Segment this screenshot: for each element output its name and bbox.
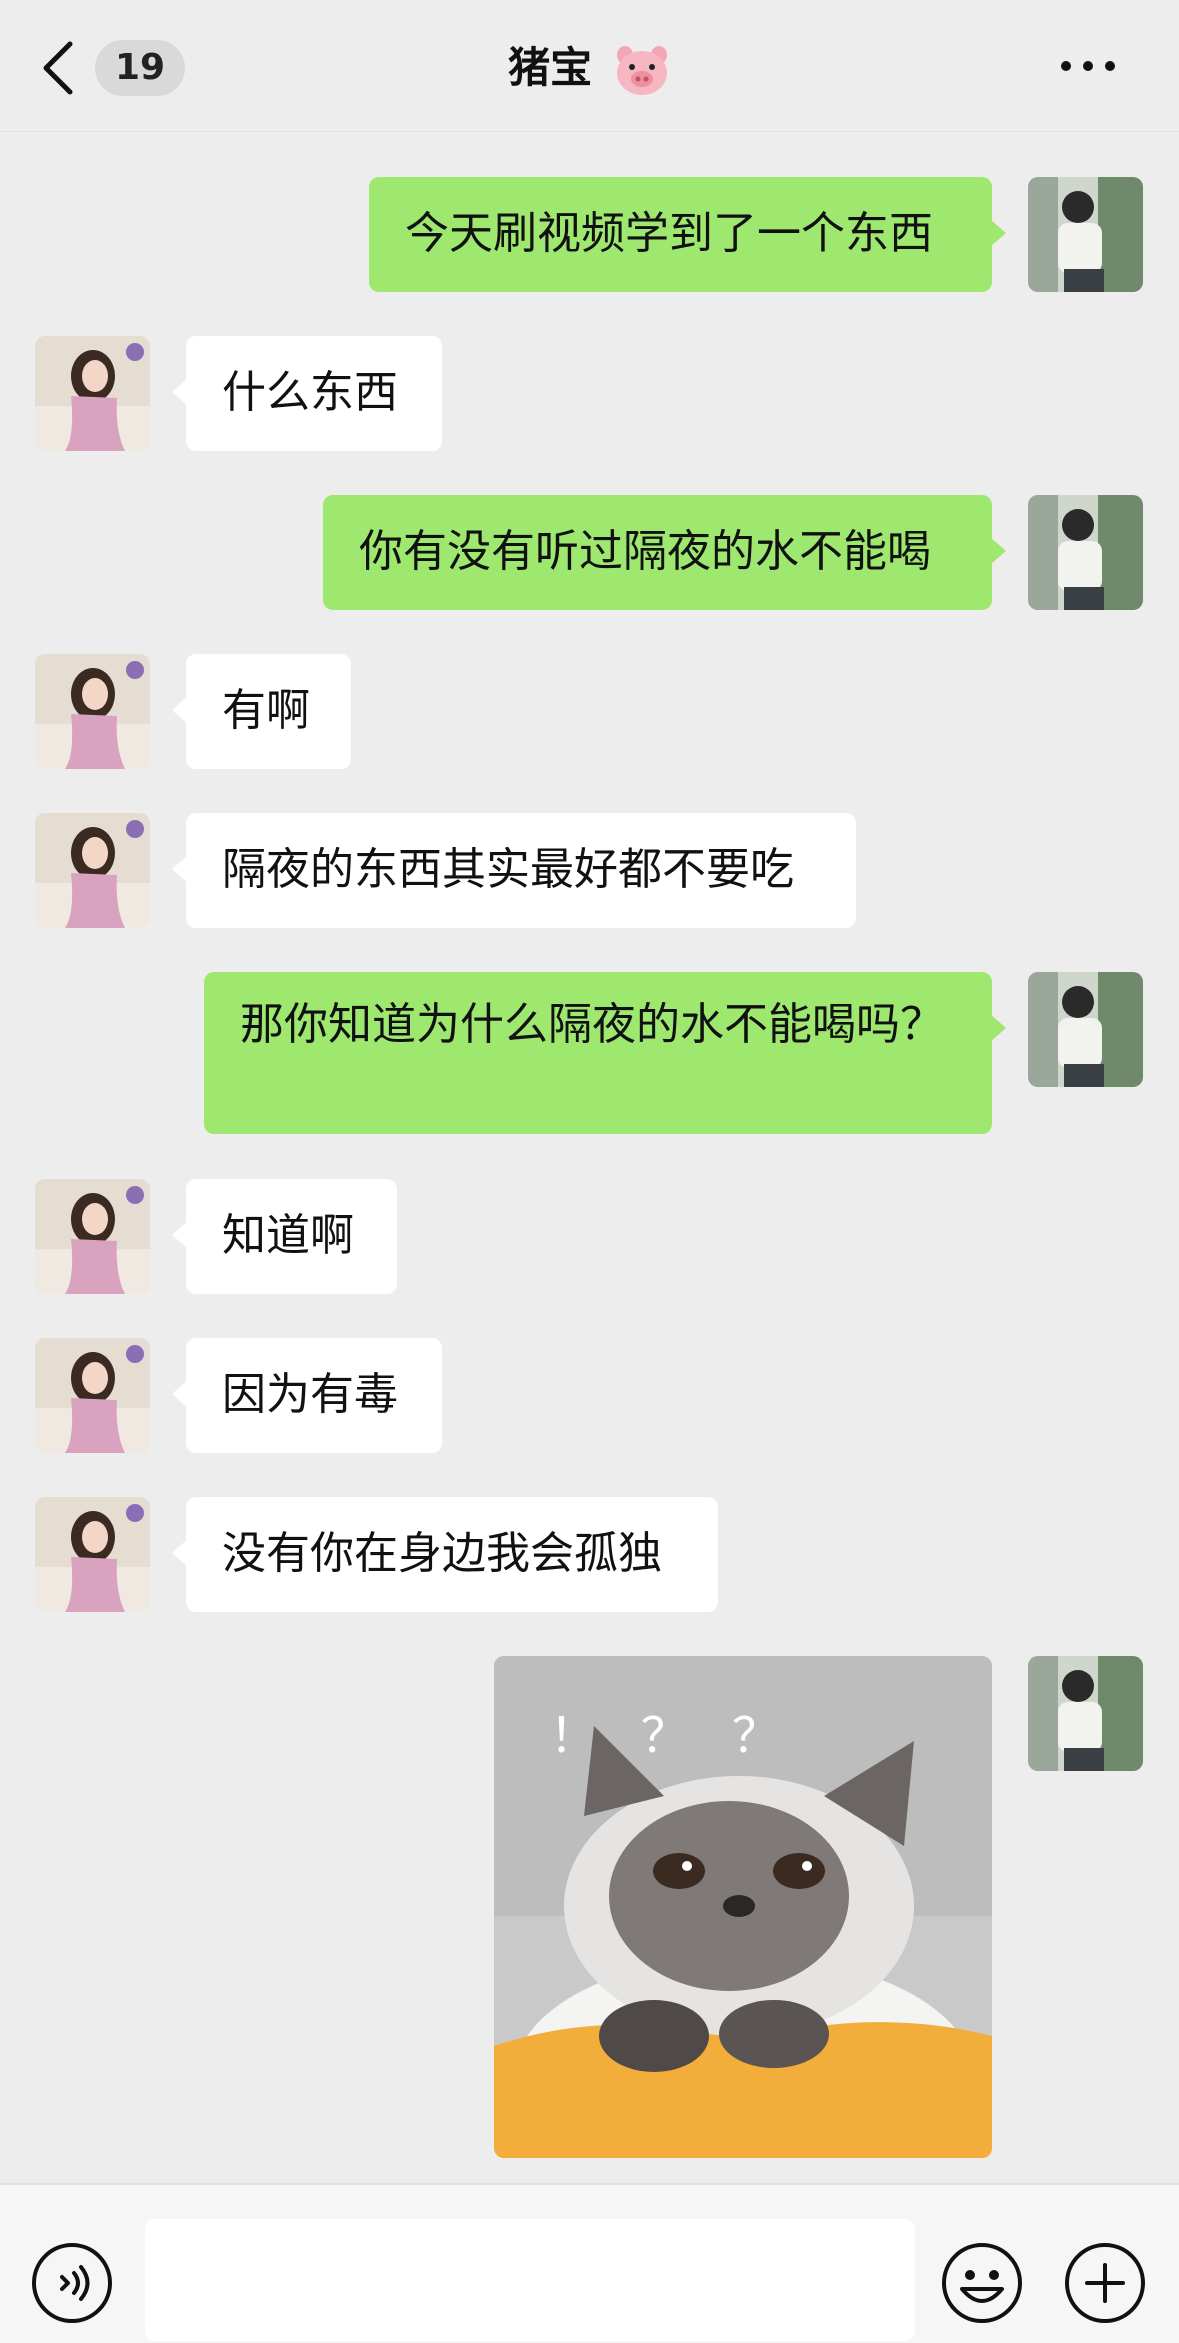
avatar-self[interactable] bbox=[1028, 972, 1143, 1087]
message-input[interactable] bbox=[145, 2219, 915, 2341]
input-bar bbox=[0, 2183, 1179, 2343]
message-bubble-outgoing[interactable]: 那你知道为什么隔夜的水不能喝吗？ bbox=[204, 972, 1006, 1134]
chat-title: 猪宝 bbox=[0, 38, 1179, 98]
message-text: 什么东西 bbox=[222, 367, 398, 418]
message-text: 隔夜的东西其实最好都不要吃 bbox=[222, 844, 794, 895]
message-text: 没有你在身边我会孤独 bbox=[222, 1528, 662, 1579]
avatar-self[interactable] bbox=[1028, 177, 1143, 292]
message-text: 今天刷视频学到了一个东西 bbox=[405, 208, 933, 259]
message-text: 知道啊 bbox=[222, 1210, 354, 1261]
avatar-contact[interactable] bbox=[35, 654, 150, 769]
voice-icon[interactable] bbox=[30, 2241, 114, 2325]
message-text: 有啊 bbox=[222, 685, 310, 736]
avatar-contact[interactable] bbox=[35, 1338, 150, 1453]
message-bubble-incoming[interactable]: 知道啊 bbox=[172, 1179, 397, 1294]
avatar-self[interactable] bbox=[1028, 1656, 1143, 1771]
message-bubble-outgoing[interactable]: 今天刷视频学到了一个东西 bbox=[369, 177, 1006, 292]
message-bubble-incoming[interactable]: 有啊 bbox=[172, 654, 351, 769]
emoji-icon[interactable] bbox=[940, 2241, 1024, 2325]
message-bubble-incoming[interactable]: 没有你在身边我会孤独 bbox=[172, 1497, 718, 1612]
avatar-contact[interactable] bbox=[35, 1179, 150, 1294]
plus-icon[interactable] bbox=[1063, 2241, 1147, 2325]
message-bubble-outgoing[interactable]: 你有没有听过隔夜的水不能喝 bbox=[323, 495, 1006, 610]
message-bubble-incoming[interactable]: 隔夜的东西其实最好都不要吃 bbox=[172, 813, 856, 928]
avatar-self[interactable] bbox=[1028, 495, 1143, 610]
message-text: 你有没有听过隔夜的水不能喝 bbox=[359, 526, 931, 577]
confused-cat-sticker[interactable]: ！ ？ ？ bbox=[494, 1656, 992, 2158]
contact-name: 猪宝 bbox=[508, 43, 593, 92]
avatar-contact[interactable] bbox=[35, 813, 150, 928]
avatar-contact[interactable] bbox=[35, 336, 150, 451]
chat-header: 19 猪宝 bbox=[0, 0, 1179, 132]
message-text: 那你知道为什么隔夜的水不能喝吗？ bbox=[240, 999, 944, 1050]
message-text: 因为有毒 bbox=[222, 1369, 398, 1420]
message-bubble-incoming[interactable]: 因为有毒 bbox=[172, 1338, 442, 1453]
message-bubble-incoming[interactable]: 什么东西 bbox=[172, 336, 442, 451]
sticker-caption: ！ ？ ？ bbox=[549, 1708, 794, 1764]
more-dots-icon[interactable] bbox=[1058, 58, 1118, 74]
pig-face-icon bbox=[616, 45, 667, 95]
avatar-contact[interactable] bbox=[35, 1497, 150, 1612]
message-list[interactable]: 今天刷视频学到了一个东西 什么东西 你有没有听过隔夜的水不能喝 有啊 隔夜的东西… bbox=[0, 132, 1179, 2182]
